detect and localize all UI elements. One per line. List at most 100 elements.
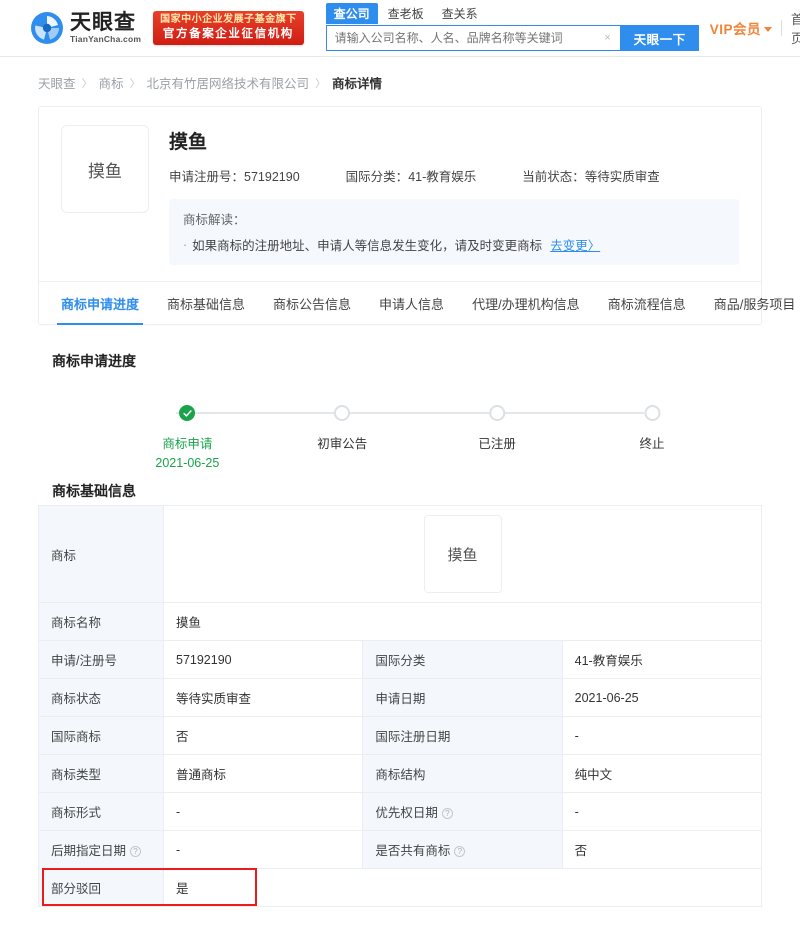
tab-goods-services[interactable]: 商品/服务项目: [700, 282, 800, 324]
page-title: 摸鱼: [169, 132, 208, 153]
meta-current-status: 当前状态：等待实质审查: [522, 170, 660, 184]
table-row: 后期指定日期? - 是否共有商标? 否: [38, 830, 763, 869]
row-label-international-reg-date: 国际注册日期: [362, 716, 563, 755]
search-tab-boss[interactable]: 查老板: [380, 3, 432, 24]
breadcrumb-separator-icon: 〉: [315, 77, 327, 90]
trademark-meta: 申请注册号：57192190 国际分类：41-教育娱乐 当前状态：等待实质审查: [169, 166, 739, 185]
trademark-image: 摸鱼: [423, 515, 502, 593]
search-row: × 天眼一下: [325, 25, 699, 51]
check-circle-icon: [179, 405, 196, 421]
row-label-priority-date: 优先权日期?: [362, 792, 563, 831]
logo-subtitle: TianYanCha.com: [70, 34, 142, 45]
row-value-trademark-image: 摸鱼: [163, 505, 762, 603]
row-value-international-class: 41-教育娱乐: [561, 640, 763, 679]
clear-icon[interactable]: ×: [602, 32, 614, 44]
table-row: 申请/注册号 57192190 国际分类 41-教育娱乐: [38, 640, 763, 679]
progress-step-label: 初审公告: [317, 437, 368, 451]
row-value-trademark-type: 普通商标: [162, 754, 364, 793]
search-button[interactable]: 天眼一下: [620, 25, 699, 51]
row-value-partial-rejection: 是: [163, 868, 762, 907]
progress-step-terminated: 终止: [639, 405, 665, 452]
row-value-priority-date: -: [561, 792, 763, 831]
table-row: 商标状态 等待实质审查 申请日期 2021-06-25: [38, 678, 763, 717]
search-input[interactable]: [326, 26, 620, 50]
gov-certification-badge: 国家中小企业发展子基金旗下 官方备案企业征信机构: [153, 11, 304, 45]
table-row-highlighted: 部分驳回 是: [38, 868, 762, 907]
circle-icon: [643, 405, 660, 421]
progress-step-label: 已注册: [478, 437, 516, 451]
tab-application-progress[interactable]: 商标申请进度: [47, 282, 153, 325]
search-input-wrap: ×: [325, 25, 621, 51]
row-value-trademark-name: 摸鱼: [163, 602, 762, 641]
row-value-later-designation-date: -: [162, 830, 364, 869]
row-value-trademark-form: -: [162, 792, 364, 831]
table-row: 商标名称 摸鱼: [38, 602, 762, 641]
row-label-trademark-structure: 商标结构: [362, 754, 563, 793]
table-row: 国际商标 否 国际注册日期 -: [38, 716, 763, 755]
progress-step-label: 终止: [639, 437, 665, 451]
row-label-application-date: 申请日期: [362, 678, 563, 717]
gov-badge-line2: 官方备案企业征信机构: [162, 27, 294, 40]
site-logo[interactable]: 天眼查 TianYanCha.com: [30, 11, 141, 45]
tianyancha-eye-icon: [30, 11, 64, 45]
trademark-info: 摸鱼 申请注册号：57192190 国际分类：41-教育娱乐 当前状态：等待实质…: [169, 125, 739, 265]
interpretation-item: · 如果商标的注册地址、申请人等信息发生变化，请及时变更商标 去变更〉: [183, 235, 725, 254]
row-value-shared-trademark: 否: [561, 830, 763, 869]
row-value-international-reg-date: -: [561, 716, 763, 755]
search-block: 查公司 查老板 查关系 × 天眼一下: [325, 3, 699, 51]
interpretation-title: 商标解读：: [183, 213, 246, 227]
basic-info-section: 商标基础信息 商标 摸鱼 商标名称 摸鱼 申请/注册号 57192190 国际分…: [38, 455, 763, 907]
row-value-trademark-status: 等待实质审查: [162, 678, 364, 717]
row-label-later-designation-date: 后期指定日期?: [38, 830, 164, 869]
progress-line: [176, 412, 644, 414]
row-value-trademark-structure: 纯中文: [561, 754, 763, 793]
progress-step-date: 2021-06-25: [155, 456, 220, 470]
trademark-logo-box: 摸鱼: [61, 125, 149, 213]
tab-process-info[interactable]: 商标流程信息: [594, 282, 700, 324]
vip-label: VIP会员: [709, 22, 761, 37]
row-label-trademark-type: 商标类型: [38, 754, 164, 793]
progress-tracker: 商标申请 2021-06-25 初审公告 已注册 终止: [38, 375, 762, 470]
breadcrumb-item-home[interactable]: 天眼查: [38, 73, 76, 92]
row-label-trademark-status: 商标状态: [38, 678, 164, 717]
breadcrumb-item-trademark[interactable]: 商标: [99, 73, 124, 92]
row-label-trademark-form: 商标形式: [38, 792, 164, 831]
row-label-trademark: 商标: [38, 505, 164, 603]
logo-text: 天眼查 TianYanCha.com: [70, 12, 141, 44]
progress-step-label: 商标申请: [162, 437, 213, 451]
change-trademark-link[interactable]: 去变更〉: [550, 235, 600, 254]
search-tab-company[interactable]: 查公司: [325, 3, 378, 24]
vip-menu[interactable]: VIP会员: [710, 18, 772, 38]
meta-registration-number: 申请注册号：57192190: [169, 170, 300, 184]
site-header: 天眼查 TianYanCha.com 国家中小企业发展子基金旗下 官方备案企业征…: [0, 0, 800, 57]
row-label-later-designation-date-text: 后期指定日期: [51, 844, 127, 858]
table-row: 商标类型 普通商标 商标结构 纯中文: [38, 754, 763, 793]
help-icon[interactable]: ?: [454, 846, 466, 857]
basic-info-table: 商标 摸鱼 商标名称 摸鱼 申请/注册号 57192190 国际分类 41-教育…: [38, 505, 763, 907]
circle-icon: [489, 405, 506, 421]
meta-international-class: 国际分类：41-教育娱乐: [345, 170, 477, 184]
interpretation-box: 商标解读： · 如果商标的注册地址、申请人等信息发生变化，请及时变更商标 去变更…: [169, 199, 739, 265]
help-icon[interactable]: ?: [130, 846, 142, 857]
breadcrumb-item-company[interactable]: 北京有竹居网络技术有限公司: [147, 73, 310, 92]
tab-announcement-info[interactable]: 商标公告信息: [259, 282, 365, 324]
gov-badge-line1: 国家中小企业发展子基金旗下: [160, 14, 297, 26]
trademark-card: 摸鱼 摸鱼 申请注册号：57192190 国际分类：41-教育娱乐 当前状态：等…: [38, 106, 795, 325]
row-label-international-trademark: 国际商标: [38, 716, 164, 755]
tab-applicant-info[interactable]: 申请人信息: [365, 282, 458, 324]
breadcrumb-item-current: 商标详情: [332, 77, 383, 91]
progress-steps: 商标申请 2021-06-25 初审公告 已注册 终止: [155, 405, 665, 470]
row-label-registration-number: 申请/注册号: [38, 640, 164, 679]
tab-basic-info[interactable]: 商标基础信息: [153, 282, 259, 324]
help-icon[interactable]: ?: [441, 808, 453, 819]
home-link[interactable]: 首页: [791, 9, 800, 47]
search-tab-relation[interactable]: 查关系: [434, 3, 486, 24]
logo-title: 天眼查: [70, 11, 136, 35]
progress-section: 商标申请进度 商标申请 2021-06-25 初审公告 已注册 终止: [38, 325, 762, 470]
row-value-registration-number: 57192190: [162, 640, 364, 679]
row-label-trademark-name: 商标名称: [38, 602, 164, 641]
interpretation-text: 如果商标的注册地址、申请人等信息发生变化，请及时变更商标: [192, 239, 543, 253]
row-label-shared-trademark-text: 是否共有商标: [375, 844, 451, 858]
chevron-down-icon: [764, 26, 772, 32]
tab-agency-info[interactable]: 代理/办理机构信息: [458, 282, 594, 324]
